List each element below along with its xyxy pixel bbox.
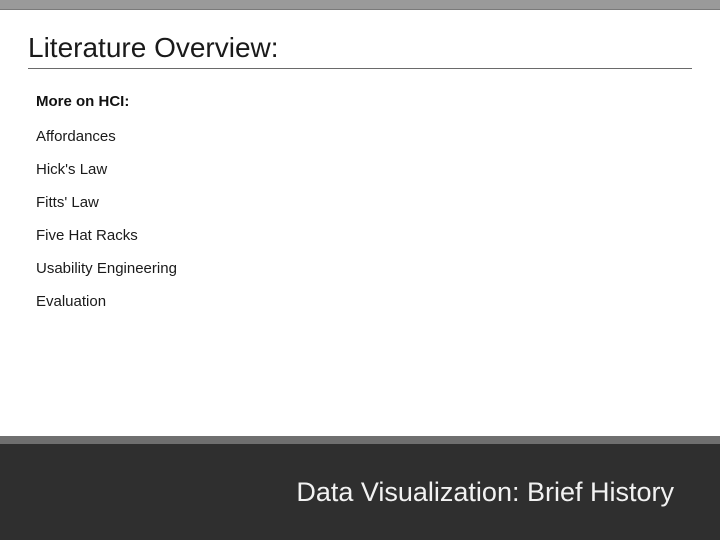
- slide-content: Literature Overview: More on HCI: Afford…: [0, 10, 720, 310]
- page-title: Literature Overview:: [28, 32, 692, 64]
- list-item: Fitts' Law: [36, 194, 692, 211]
- title-underline: [28, 68, 692, 69]
- section-subheading: More on HCI:: [36, 93, 692, 110]
- top-accent-bar: [0, 0, 720, 10]
- footer-accent-band: [0, 436, 720, 444]
- footer-bar: Data Visualization: Brief History: [0, 436, 720, 540]
- list-item: Evaluation: [36, 293, 692, 310]
- list-item: Usability Engineering: [36, 260, 692, 277]
- list-item: Five Hat Racks: [36, 227, 692, 244]
- list-item: Affordances: [36, 128, 692, 145]
- list-item: Hick's Law: [36, 161, 692, 178]
- footer-main-band: Data Visualization: Brief History: [0, 444, 720, 540]
- footer-title: Data Visualization: Brief History: [296, 477, 674, 508]
